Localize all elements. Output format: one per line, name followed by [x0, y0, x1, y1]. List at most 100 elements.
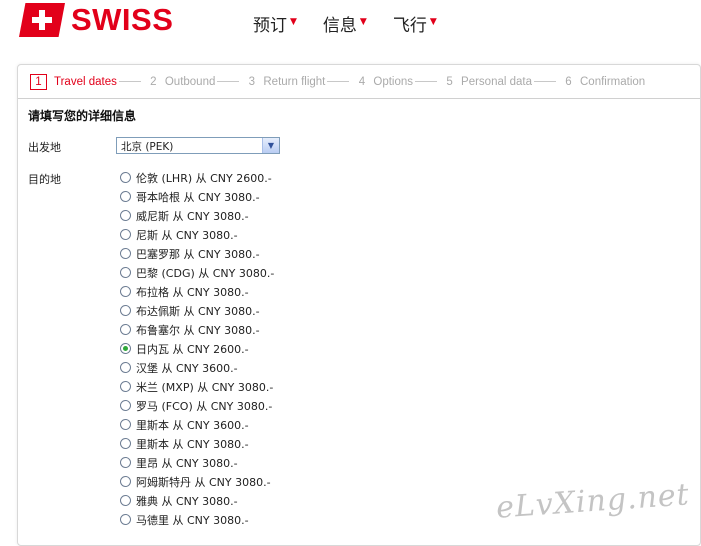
dropdown-arrow-icon[interactable]: ▼: [262, 138, 279, 153]
destination-option[interactable]: 阿姆斯特丹 从 CNY 3080.-: [120, 472, 274, 491]
radio-button[interactable]: [120, 400, 131, 411]
radio-button[interactable]: [120, 514, 131, 525]
destination-option[interactable]: 雅典 从 CNY 3080.-: [120, 491, 274, 510]
step-label: Return flight: [263, 75, 326, 88]
step-divider: [534, 81, 556, 82]
destination-option[interactable]: 巴塞罗那 从 CNY 3080.-: [120, 244, 274, 263]
destination-option-label: 威尼斯 从 CNY 3080.-: [136, 209, 249, 223]
radio-button[interactable]: [120, 229, 131, 240]
radio-button[interactable]: [120, 476, 131, 487]
step-divider: [327, 81, 350, 82]
destination-option-label: 巴塞罗那 从 CNY 3080.-: [136, 247, 260, 261]
destination-option-label: 伦敦 (LHR) 从 CNY 2600.-: [136, 171, 272, 185]
radio-button[interactable]: [120, 191, 131, 202]
step-outbound: 2 Outbound: [149, 76, 248, 88]
destination-option-label: 巴黎 (CDG) 从 CNY 3080.-: [136, 266, 275, 280]
radio-button[interactable]: [120, 305, 131, 316]
step-options: 4 Options: [357, 76, 445, 88]
destination-option[interactable]: 里斯本 从 CNY 3600.-: [120, 415, 274, 434]
step-label: Personal data: [461, 75, 532, 88]
destination-option[interactable]: 汉堡 从 CNY 3600.-: [120, 358, 274, 377]
nav-item-label: 预订: [253, 16, 287, 36]
destination-option-label: 哥本哈根 从 CNY 3080.-: [136, 190, 260, 204]
nav-item-booking[interactable]: 预订 ▼: [253, 11, 297, 36]
destination-option[interactable]: 布拉格 从 CNY 3080.-: [120, 282, 274, 301]
destination-option-label: 里斯本 从 CNY 3600.-: [136, 418, 249, 432]
destination-option-label: 雅典 从 CNY 3080.-: [136, 494, 238, 508]
step-label: Outbound: [164, 75, 216, 88]
destination-option[interactable]: 威尼斯 从 CNY 3080.-: [120, 206, 274, 225]
destination-option[interactable]: 布达佩斯 从 CNY 3080.-: [120, 301, 274, 320]
destination-option-label: 布拉格 从 CNY 3080.-: [136, 285, 249, 299]
destination-option-label: 布鲁塞尔 从 CNY 3080.-: [136, 323, 260, 337]
step-number: 4: [358, 75, 366, 88]
radio-button-checked[interactable]: [120, 343, 131, 354]
step-label: Confirmation: [580, 75, 646, 88]
destination-option-label: 马德里 从 CNY 3080.-: [136, 513, 249, 527]
nav-item-label: 信息: [322, 16, 357, 36]
top-navigation: 预订 ▼ 信息 ▼ 飞行 ▼: [253, 11, 437, 36]
destination-option[interactable]: 巴黎 (CDG) 从 CNY 3080.-: [120, 263, 274, 282]
step-divider: [415, 81, 438, 82]
destination-option-label: 米兰 (MXP) 从 CNY 3080.-: [136, 380, 274, 394]
destination-option[interactable]: 米兰 (MXP) 从 CNY 3080.-: [120, 377, 274, 396]
step-number: 5: [446, 75, 453, 88]
destination-option[interactable]: 哥本哈根 从 CNY 3080.-: [120, 187, 274, 206]
radio-button[interactable]: [120, 419, 131, 430]
step-number: 1: [30, 73, 47, 90]
header: SWISS 预订 ▼ 信息 ▼ 飞行 ▼: [0, 0, 701, 60]
brand-name: SWISS: [71, 2, 174, 37]
swiss-logo[interactable]: SWISS: [19, 2, 173, 38]
step-label: Options: [373, 75, 414, 88]
destination-option[interactable]: 里昂 从 CNY 3080.-: [120, 453, 274, 472]
radio-button[interactable]: [120, 210, 131, 221]
destination-option[interactable]: 罗马 (FCO) 从 CNY 3080.-: [120, 396, 274, 415]
nav-item-flying[interactable]: 飞行 ▼: [393, 11, 437, 36]
destination-option[interactable]: 里斯本 从 CNY 3080.-: [120, 434, 274, 453]
destination-option-label: 布达佩斯 从 CNY 3080.-: [136, 304, 260, 318]
radio-button[interactable]: [120, 457, 131, 468]
step-number: 2: [150, 75, 157, 88]
destination-option-label: 罗马 (FCO) 从 CNY 3080.-: [136, 399, 273, 413]
destination-label: 目的地: [28, 173, 61, 186]
radio-button[interactable]: [120, 438, 131, 449]
swiss-cross-icon: [19, 3, 65, 37]
step-divider: [118, 81, 141, 82]
destination-option-label: 里斯本 从 CNY 3080.-: [136, 437, 249, 451]
radio-button[interactable]: [120, 267, 131, 278]
step-number: 6: [565, 75, 572, 88]
radio-button[interactable]: [120, 172, 131, 183]
booking-panel: 1 Travel dates 2 Outbound 3 Return fligh…: [17, 64, 701, 546]
radio-button[interactable]: [120, 286, 131, 297]
radio-button[interactable]: [120, 248, 131, 259]
step-travel-dates[interactable]: 1 Travel dates: [30, 73, 149, 90]
chevron-down-icon: ▼: [429, 17, 437, 27]
step-divider: [217, 81, 240, 82]
step-label: Travel dates: [54, 75, 117, 88]
radio-button[interactable]: [120, 495, 131, 506]
destination-option[interactable]: 马德里 从 CNY 3080.-: [120, 510, 274, 529]
destination-option-selected[interactable]: 日内瓦 从 CNY 2600.-: [120, 339, 274, 358]
destination-option-label: 日内瓦 从 CNY 2600.-: [136, 342, 249, 356]
destination-option-label: 阿姆斯特丹 从 CNY 3080.-: [136, 475, 271, 489]
chevron-down-icon: ▼: [359, 17, 367, 27]
radio-button[interactable]: [120, 381, 131, 392]
destination-option[interactable]: 尼斯 从 CNY 3080.-: [120, 225, 274, 244]
nav-item-label: 飞行: [392, 16, 427, 36]
origin-select[interactable]: 北京 (PEK) ▼: [116, 137, 280, 154]
form-title: 请填写您的详细信息: [28, 109, 137, 123]
origin-value: 北京 (PEK): [121, 141, 174, 153]
step-number: 3: [248, 75, 256, 88]
destination-option[interactable]: 布鲁塞尔 从 CNY 3080.-: [120, 320, 274, 339]
destination-option-label: 里昂 从 CNY 3080.-: [136, 456, 238, 470]
chevron-down-icon: ▼: [290, 17, 297, 27]
step-return-flight: 3 Return flight: [247, 76, 357, 88]
origin-label: 出发地: [28, 141, 61, 154]
booking-steps: 1 Travel dates 2 Outbound 3 Return fligh…: [18, 65, 700, 99]
radio-button[interactable]: [120, 362, 131, 373]
radio-button[interactable]: [120, 324, 131, 335]
destination-list: 伦敦 (LHR) 从 CNY 2600.- 哥本哈根 从 CNY 3080.- …: [120, 168, 274, 529]
destination-option[interactable]: 伦敦 (LHR) 从 CNY 2600.-: [120, 168, 274, 187]
nav-item-information[interactable]: 信息 ▼: [323, 11, 367, 36]
step-personal-data: 5 Personal data: [445, 76, 564, 88]
